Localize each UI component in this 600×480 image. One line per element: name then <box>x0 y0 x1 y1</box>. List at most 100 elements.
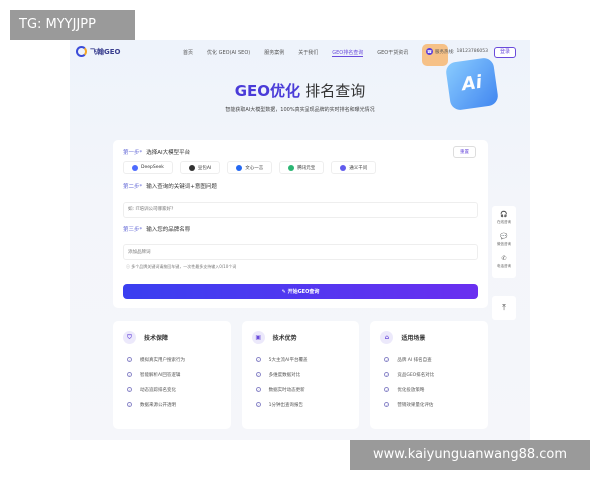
side-contact: 🎧 在线咨询 💬 微信咨询 ✆ 电话咨询 <box>492 206 516 278</box>
check-icon: ✓ <box>255 387 261 392</box>
nav-about[interactable]: 关于我们 <box>298 49 318 57</box>
list-item: ✓ 数据实时动态更新 <box>252 382 350 397</box>
list-item: ✓ 5大主流AI平台覆盖 <box>252 352 350 367</box>
step-label: 输入查询的关键词+意图问题 <box>146 184 217 190</box>
platform-logo-icon <box>236 164 243 171</box>
card-title: 技术优势 <box>272 335 297 342</box>
list-item: ✓ 优化投放策略 <box>380 382 478 397</box>
platform-logo-icon <box>132 164 138 171</box>
list-item: ✓ 智能解析AI回答逻辑 <box>123 367 221 382</box>
check-icon: ✓ <box>384 372 390 377</box>
phone-consult-button[interactable]: ✆ 电话咨询 <box>492 253 516 275</box>
item-text: 营销效果量化评估 <box>397 402 434 408</box>
label: 电话咨询 <box>497 264 511 268</box>
step-label: 选择AI大模型平台 <box>146 150 191 156</box>
wechat-icon: 💬 <box>500 233 508 240</box>
nav-optimize[interactable]: 优化 GEO(AI SEO) <box>207 49 250 57</box>
shield-icon: ⛉ <box>123 331 136 344</box>
headset-icon: 🎧 <box>500 211 508 218</box>
list-item: ✓ 品牌 AI 排名自查 <box>380 352 478 367</box>
logo[interactable]: 飞翰GEO <box>76 46 120 57</box>
platform-label: 腾讯元宝 <box>297 165 316 171</box>
feature-card: ⛉ 技术保障 ✓ 模拟真实用户搜索行为 ✓ 智能解析AI回答逻辑 ✓ 动态追踪排名变化 ✓ 数据来… <box>113 321 231 429</box>
hint-label: 多个品牌关键词请按回车键，一次性最多支持输入0/10个词 <box>131 264 237 269</box>
label: 在线咨询 <box>497 220 511 224</box>
platform-option[interactable]: 腾讯元宝 <box>279 161 325 174</box>
top-nav: 飞翰GEO 首页 优化 GEO(AI SEO) 服务案例 关于我们 GEO排名查… <box>70 40 530 66</box>
nav-news[interactable]: GEO干货资讯 <box>377 49 408 57</box>
hotline: ☎ 服务热线: 18123786053 <box>426 48 488 55</box>
platform-label: 通义千问 <box>349 165 368 171</box>
item-text: 1分钟出查询报告 <box>268 402 304 408</box>
page-title: GEO优化 排名查询 <box>70 80 530 101</box>
keyword-input[interactable] <box>123 201 478 218</box>
hotline-number: 18123786053 <box>456 49 489 54</box>
platform-list: DeepSeek 豆包AI 文心一言 腾讯元宝 通义千问 <box>123 161 478 174</box>
check-icon: ✓ <box>127 372 132 377</box>
platform-logo-icon <box>340 164 347 171</box>
online-consult-button[interactable]: 🎧 在线咨询 <box>492 209 516 231</box>
check-icon: ✓ <box>384 387 390 392</box>
arrow-up-icon: ⤒ <box>502 303 506 312</box>
feature-card: ▣ 技术优势 ✓ 5大主流AI平台覆盖 ✓ 多维度数据对比 ✓ 数据实时动态更新 ✓ 1分钟出查询… <box>241 321 360 429</box>
platform-option[interactable]: 通义千问 <box>331 161 377 174</box>
check-icon: ✓ <box>255 357 261 362</box>
check-icon: ✓ <box>127 387 132 392</box>
feature-cards: ⛉ 技术保障 ✓ 模拟真实用户搜索行为 ✓ 智能解析AI回答逻辑 ✓ 动态追踪排名变化 ✓ 数据来… <box>113 321 489 429</box>
step-label: 输入您的品牌名称 <box>146 226 191 233</box>
platform-logo-icon <box>188 164 195 171</box>
step-tag: 第三步* <box>123 226 143 233</box>
hint-text: ⓘ 多个品牌关键词请按回车键，一次性最多支持输入0/10个词 <box>126 264 237 269</box>
login-button[interactable]: 登录 <box>494 47 516 58</box>
check-icon: ✓ <box>255 402 261 407</box>
item-text: 动态追踪排名变化 <box>140 387 176 393</box>
list-item: ✓ 营销效果量化评估 <box>380 397 478 412</box>
watermark-tg: TG: MYYJJPP <box>10 10 135 40</box>
feature-card: ⌂ 适用场景 ✓ 品牌 AI 排名自查 ✓ 竞品GEO排名对比 ✓ 优化投放策略 ✓ 营销效果量化… <box>370 321 489 429</box>
phone-icon: ☎ <box>426 48 433 55</box>
nav-home[interactable]: 首页 <box>183 49 193 57</box>
item-text: 优化投放策略 <box>397 387 425 393</box>
platform-option[interactable]: 文心一言 <box>227 161 273 174</box>
logo-icon <box>76 46 87 57</box>
nav-cases[interactable]: 服务案例 <box>264 49 284 57</box>
list-item: ✓ 模拟真实用户搜索行为 <box>123 352 221 367</box>
list-item: ✓ 竞品GEO排名对比 <box>380 367 478 382</box>
web-page: Ai 飞翰GEO 首页 优化 GEO(AI SEO) 服务案例 关于我们 GEO… <box>70 40 530 440</box>
logo-text: 飞翰GEO <box>90 47 121 56</box>
item-text: 模拟真实用户搜索行为 <box>140 357 185 363</box>
label: 微信咨询 <box>497 242 511 246</box>
platform-label: DeepSeek <box>141 165 164 170</box>
title-rest: 排名查询 <box>305 82 366 100</box>
item-text: 数据实时动态更新 <box>268 387 305 393</box>
list-item: ✓ 数据来源公开透明 <box>123 397 221 412</box>
check-icon: ✓ <box>384 357 390 362</box>
start-query-button[interactable]: ✎ 开始GEO查询 <box>123 284 478 299</box>
query-form: 重置 第一步* 选择AI大模型平台 DeepSeek 豆包AI 文心一言 腾讯元宝 通义千… <box>113 140 488 308</box>
list-item: ✓ 1分钟出查询报告 <box>252 397 350 412</box>
platform-option[interactable]: DeepSeek <box>123 161 173 174</box>
item-text: 数据来源公开透明 <box>140 402 176 408</box>
card-title: 适用场景 <box>401 335 426 342</box>
page-subtitle: 智能获取AI大模型数据，100%真实呈现品牌的实时排名和曝光情况 <box>225 107 375 113</box>
item-text: 品牌 AI 排名自查 <box>397 357 432 363</box>
check-icon: ✓ <box>127 357 132 362</box>
wechat-consult-button[interactable]: 💬 微信咨询 <box>492 231 516 253</box>
list-item: ✓ 动态追踪排名变化 <box>123 382 221 397</box>
brand-input[interactable] <box>123 244 478 260</box>
check-icon: ✓ <box>384 402 390 407</box>
reset-button[interactable]: 重置 <box>453 146 476 158</box>
card-title: 技术保障 <box>144 335 169 342</box>
platform-option[interactable]: 豆包AI <box>179 161 221 174</box>
back-to-top-button[interactable]: ⤒ <box>492 296 516 320</box>
platform-label: 豆包AI <box>197 165 212 171</box>
phone-icon: ✆ <box>501 255 507 262</box>
hotline-label: 服务热线: <box>435 49 455 55</box>
folder-icon: ▣ <box>251 331 265 344</box>
step-tag: 第一步* <box>123 150 143 156</box>
nav-ranking[interactable]: GEO排名查询 <box>332 49 364 57</box>
item-text: 多维度数据对比 <box>268 372 301 378</box>
watermark-site: www.kaiyunguanwang88.com <box>350 440 590 470</box>
list-item: ✓ 多维度数据对比 <box>252 367 350 382</box>
item-text: 5大主流AI平台覆盖 <box>268 357 308 363</box>
